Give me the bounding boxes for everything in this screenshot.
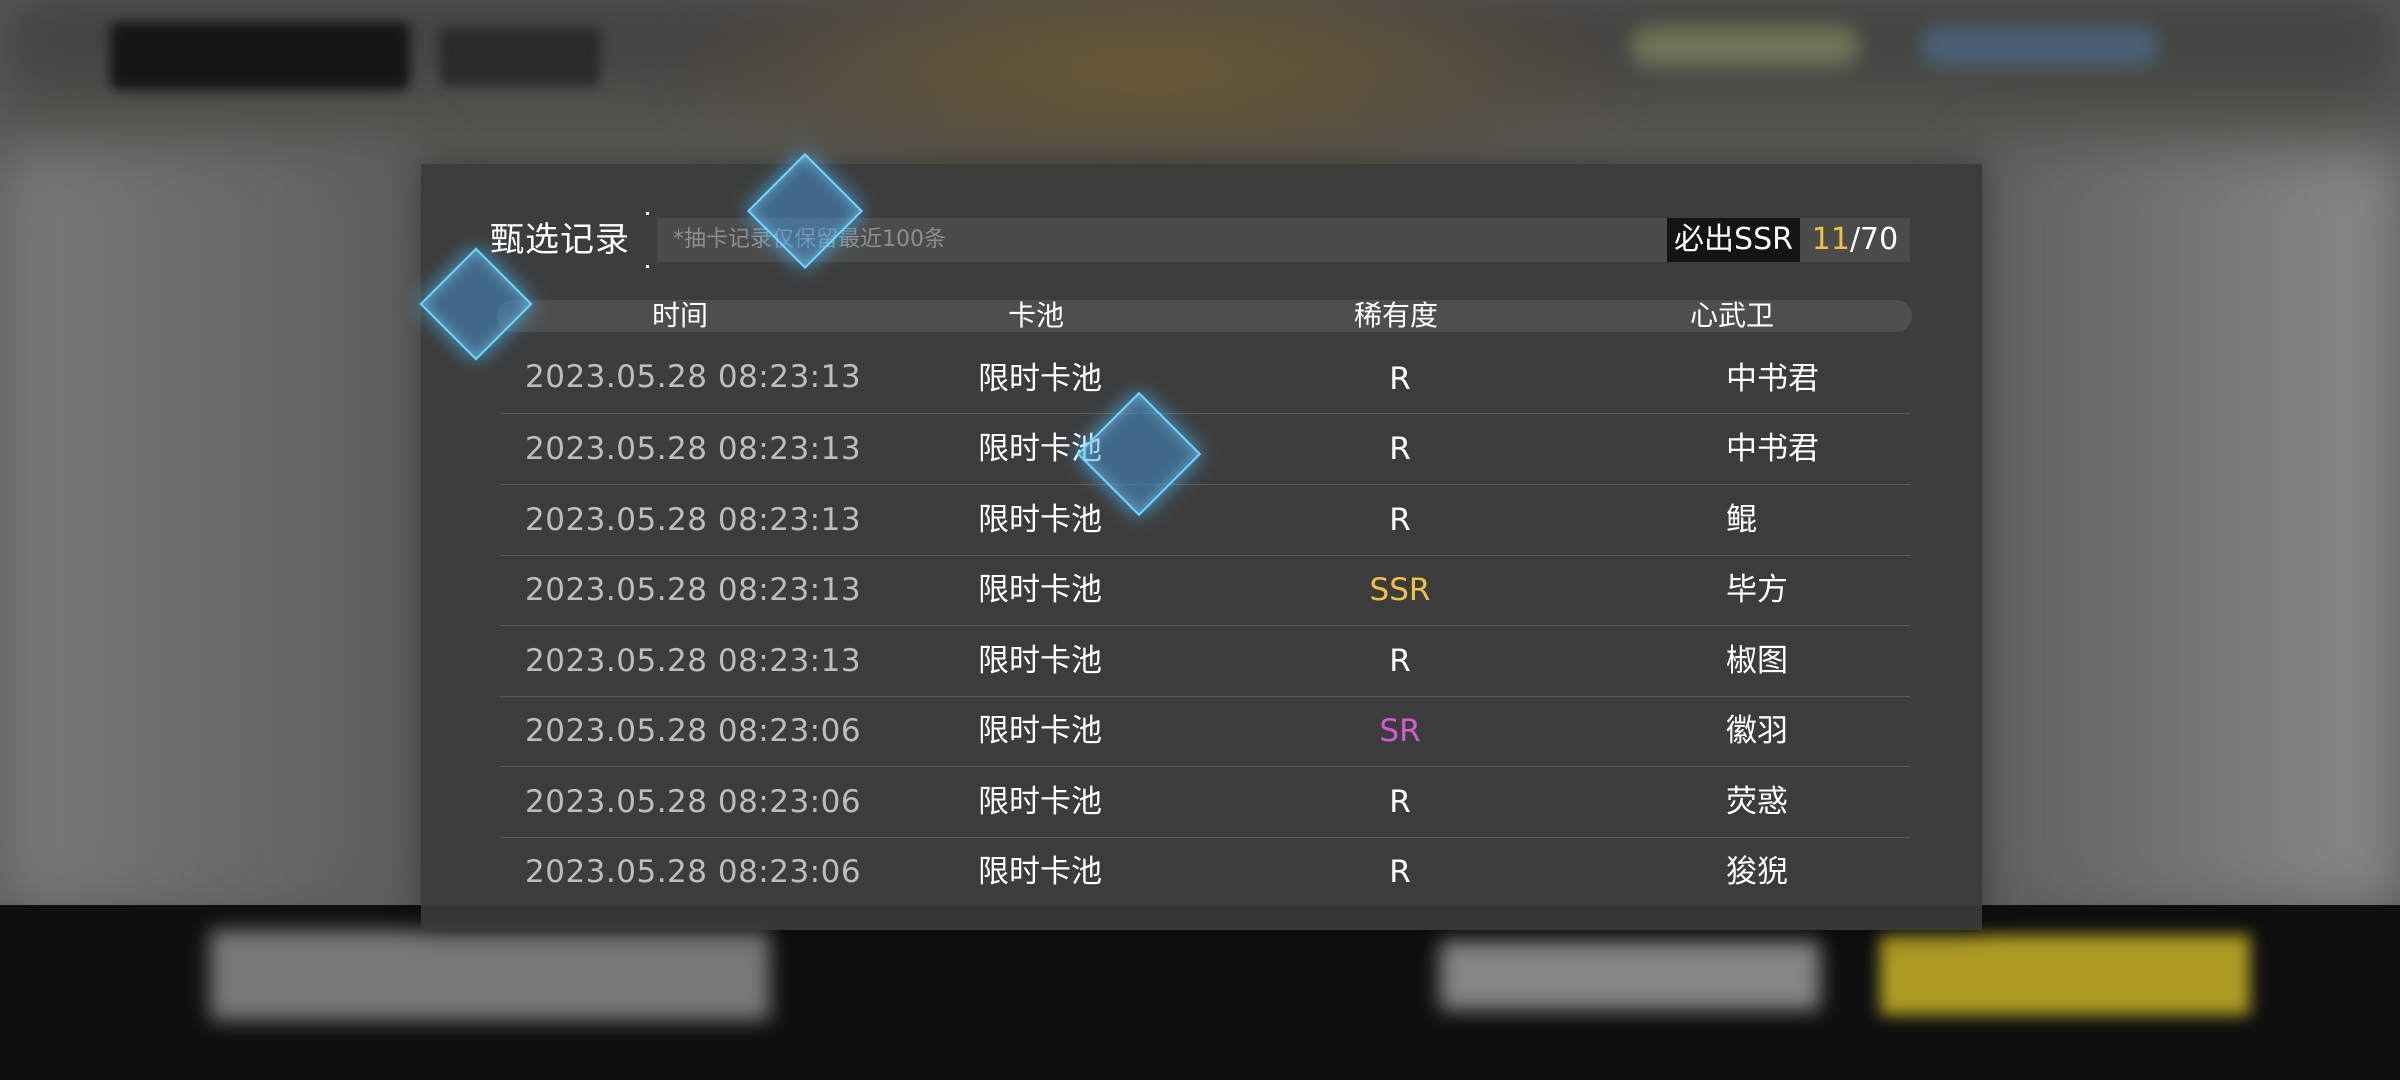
row-time: 2023.05.28 08:23:06 (525, 854, 862, 890)
row-character: 椒图 (1726, 643, 1788, 679)
guarantee-counter: 11/70 (1800, 218, 1910, 262)
row-time: 2023.05.28 08:23:13 (525, 643, 862, 679)
currency-pill-blurred (1630, 26, 1860, 66)
guarantee-total: 70 (1860, 222, 1899, 257)
row-rarity-sr: SR (1379, 713, 1421, 749)
header-character: 心武卫 (1689, 299, 1774, 332)
table-row: 2023.05.28 08:23:13 限时卡池 R 鲲 (500, 485, 1910, 556)
top-left-widget-blurred (440, 28, 600, 86)
bottom-left-card-blurred (210, 930, 770, 1020)
row-character: 徽羽 (1726, 713, 1788, 749)
row-time: 2023.05.28 08:23:06 (525, 713, 862, 749)
row-rarity-ssr: SSR (1369, 572, 1431, 608)
row-time: 2023.05.28 08:23:13 (525, 431, 862, 467)
table-row: 2023.05.28 08:23:13 限时卡池 R 中书君 (500, 414, 1910, 485)
row-rarity: R (1389, 784, 1411, 820)
background-right (1980, 150, 2400, 910)
draw-once-button-blurred (1440, 940, 1820, 1010)
guarantee-label: 必出SSR (1667, 218, 1800, 262)
table-row: 2023.05.28 08:23:13 限时卡池 R 椒图 (500, 626, 1910, 697)
row-time: 2023.05.28 08:23:13 (525, 359, 862, 395)
row-pool: 限时卡池 (978, 502, 1102, 538)
row-character: 荧惑 (1726, 784, 1788, 820)
table-row: 2023.05.28 08:23:06 限时卡池 R 狻猊 (500, 837, 1910, 907)
background-left (0, 150, 420, 910)
row-time: 2023.05.28 08:23:06 (525, 784, 862, 820)
row-character: 中书君 (1726, 361, 1819, 397)
table-row: 2023.05.28 08:23:06 限时卡池 SR 徽羽 (500, 696, 1910, 767)
currency-pill-blurred-2 (1920, 26, 2160, 66)
dialog-title: 甄选记录 (490, 220, 630, 260)
row-character: 狻猊 (1726, 854, 1788, 890)
row-time: 2023.05.28 08:23:13 (525, 572, 862, 608)
row-pool: 限时卡池 (978, 784, 1102, 820)
row-rarity: R (1389, 361, 1411, 397)
row-pool: 限时卡池 (978, 361, 1102, 397)
row-rarity: R (1389, 854, 1411, 890)
row-pool: 限时卡池 (978, 713, 1102, 749)
draw-ten-button-blurred (1880, 935, 2250, 1015)
row-character: 鲲 (1726, 502, 1757, 538)
title-corner-marker (646, 212, 649, 215)
row-rarity: R (1389, 431, 1411, 467)
guarantee-current: 11 (1811, 222, 1850, 257)
table-row: 2023.05.28 08:23:13 限时卡池 SSR 毕方 (500, 555, 1910, 626)
table-row: 2023.05.28 08:23:06 限时卡池 R 荧惑 (500, 767, 1910, 838)
header-time: 时间 (651, 299, 708, 332)
row-pool: 限时卡池 (978, 643, 1102, 679)
row-character: 毕方 (1726, 572, 1788, 608)
row-character: 中书君 (1726, 431, 1819, 467)
back-button-blurred (110, 22, 410, 90)
row-rarity: R (1389, 502, 1411, 538)
table-row: 2023.05.28 08:23:13 限时卡池 R 中书君 (500, 357, 1910, 414)
header-pool: 卡池 (1007, 299, 1064, 332)
row-rarity: R (1389, 643, 1411, 679)
guarantee-separator: / (1849, 222, 1861, 257)
row-time: 2023.05.28 08:23:13 (525, 502, 862, 538)
header-rarity: 稀有度 (1353, 299, 1438, 332)
background-ink-art (700, 0, 1600, 180)
row-pool: 限时卡池 (978, 854, 1102, 890)
title-corner-marker-2 (646, 265, 649, 268)
row-pool: 限时卡池 (978, 572, 1102, 608)
